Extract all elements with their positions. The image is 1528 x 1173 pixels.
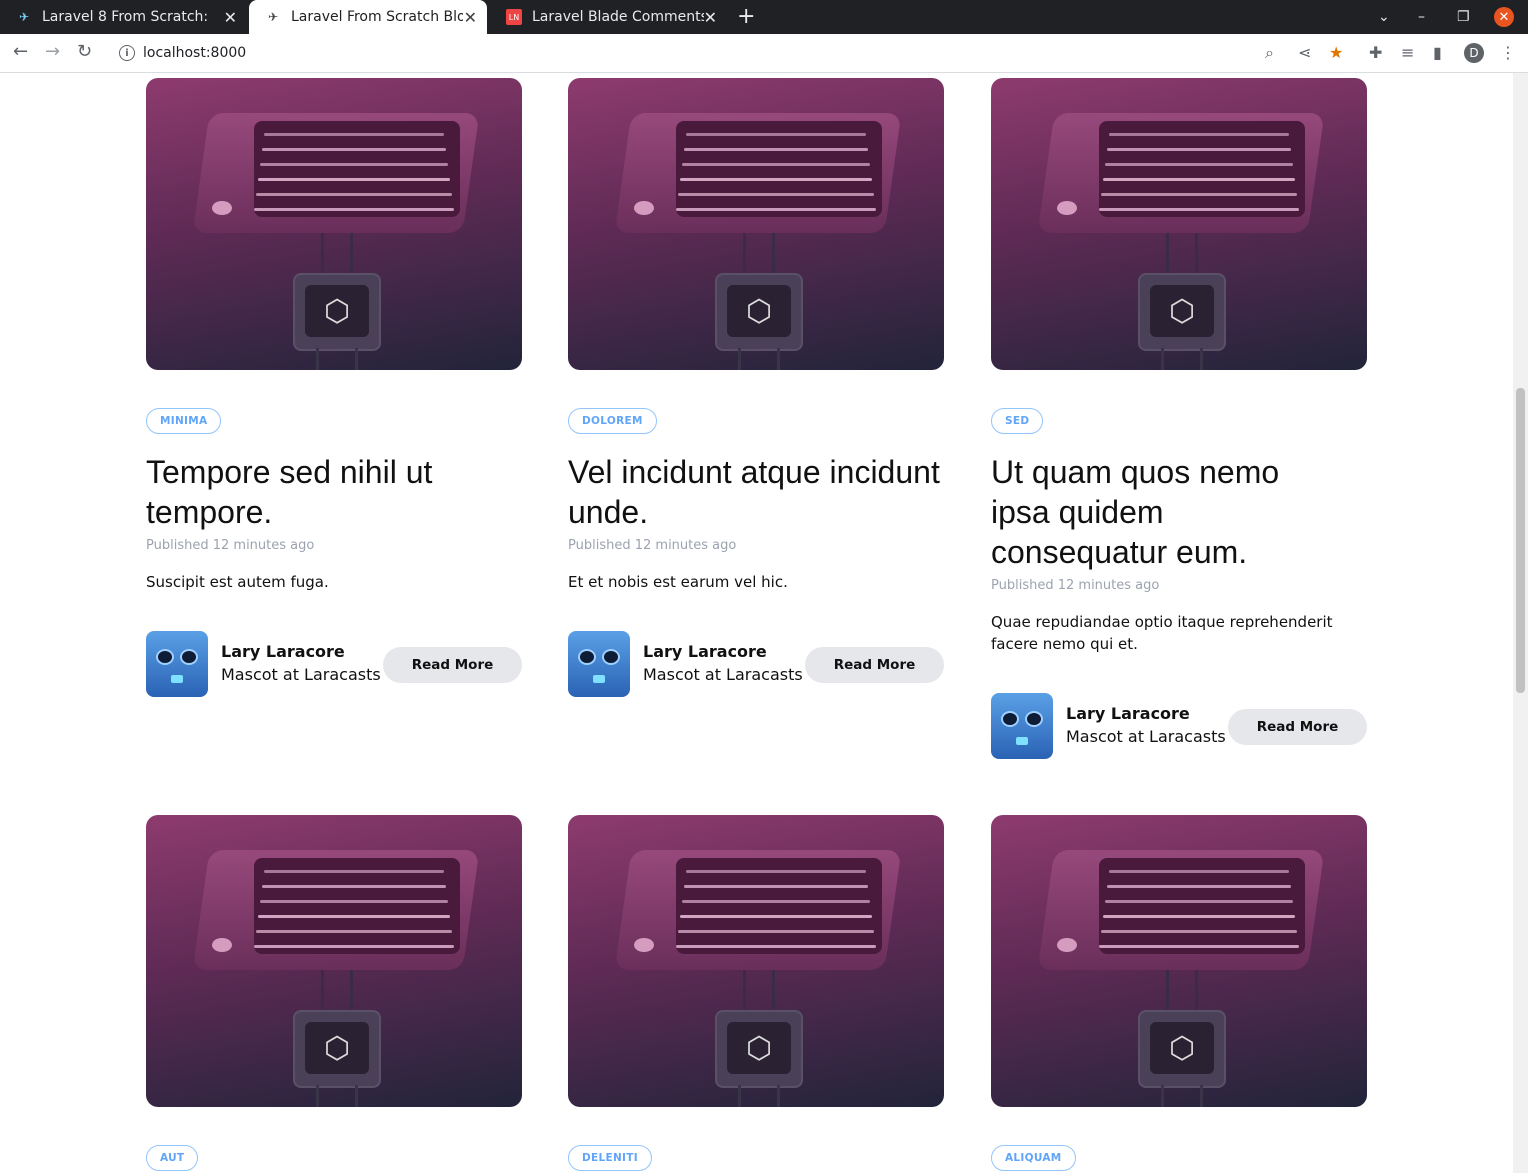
laravel-logo-icon: ⬡ (1150, 1022, 1214, 1074)
browser-toolbar: ← → ↻ i localhost:8000 ⌕ ⋖ ★ ✚ ≡ ▮ ⋮ (0, 34, 1528, 73)
published-meta: Published 12 minutes ago (146, 538, 314, 553)
laravel-logo-icon: ⬡ (1150, 285, 1214, 337)
site-info-icon[interactable]: i (119, 45, 135, 61)
author-role: Mascot at Laracasts (221, 665, 381, 684)
restore-icon[interactable]: ❐ (1457, 0, 1470, 34)
post-excerpt: Quae repudiandae optio itaque reprehende… (991, 613, 1333, 653)
side-panel-icon[interactable]: ▮ (1433, 43, 1442, 62)
laravel-logo-icon: ⬡ (305, 285, 369, 337)
read-more-button[interactable]: Read More (1228, 709, 1367, 745)
read-more-button[interactable]: Read More (805, 647, 944, 683)
extensions-puzzle-icon[interactable]: ✚ (1369, 43, 1382, 62)
share-icon[interactable]: ⋖ (1298, 43, 1311, 62)
address-bar[interactable]: i localhost:8000 (110, 39, 1260, 67)
tab-title: Laravel 8 From Scratch: Bl (42, 9, 214, 25)
forward-arrow-icon[interactable]: → (45, 41, 60, 62)
author-avatar (568, 631, 630, 697)
back-arrow-icon[interactable]: ← (13, 41, 28, 62)
post-title[interactable]: Vel incidunt atque incidunt unde. (568, 452, 944, 532)
tab-search-chevron-down-icon[interactable]: ⌄ (1378, 0, 1390, 34)
category-tag[interactable]: DELENITI (568, 1145, 652, 1171)
tab-laravel-from-scratch-blog[interactable]: ✈ Laravel From Scratch Blog ✕ (249, 0, 487, 34)
post-card: ⬡ ALIQUAM (991, 815, 1367, 1173)
scrollbar-thumb[interactable] (1516, 388, 1525, 693)
laracasts-favicon-icon: ✈ (267, 10, 279, 24)
post-thumbnail[interactable]: ⬡ (991, 815, 1367, 1107)
author-name: Lary Laracore (643, 642, 767, 661)
tab-title: Laravel Blade Comments | (532, 9, 704, 25)
laravel-news-favicon-icon: LN (506, 9, 522, 25)
post-excerpt: Et et nobis est earum vel hic. (568, 573, 788, 591)
published-time: 12 minutes ago (634, 538, 737, 553)
close-tab-icon[interactable]: ✕ (464, 8, 477, 27)
category-tag[interactable]: MINIMA (146, 408, 222, 434)
zoom-icon[interactable]: ⌕ (1265, 43, 1274, 63)
category-tag[interactable]: SED (991, 408, 1044, 434)
tab-laravel-8-from-scratch[interactable]: ✈ Laravel 8 From Scratch: Bl ✕ (0, 0, 247, 34)
author-block: Lary Laracore Mascot at Laracasts Read M… (568, 631, 944, 699)
post-card: ⬡ DELENITI (568, 815, 944, 1173)
bookmark-star-icon[interactable]: ★ (1329, 43, 1343, 62)
author-block: Lary Laracore Mascot at Laracasts Read M… (146, 631, 522, 699)
author-block: Lary Laracore Mascot at Laracasts Read M… (991, 693, 1367, 761)
post-card: ⬡ MINIMA Tempore sed nihil ut tempore. P… (146, 78, 522, 718)
post-card: ⬡ AUT (146, 815, 522, 1173)
post-title[interactable]: Tempore sed nihil ut tempore. (146, 452, 522, 532)
author-name: Lary Laracore (221, 642, 345, 661)
close-window-icon[interactable]: ✕ (1494, 7, 1514, 27)
profile-avatar[interactable]: D (1464, 43, 1484, 63)
page-content: ⬡ MINIMA Tempore sed nihil ut tempore. P… (0, 73, 1513, 1173)
tab-laravel-blade-comments[interactable]: LN Laravel Blade Comments | ✕ (490, 0, 727, 34)
published-time: 12 minutes ago (212, 538, 315, 553)
category-tag[interactable]: ALIQUAM (991, 1145, 1076, 1171)
category-tag[interactable]: DOLOREM (568, 408, 657, 434)
published-meta: Published 12 minutes ago (568, 538, 736, 553)
laravel-logo-icon: ⬡ (727, 285, 791, 337)
author-name: Lary Laracore (1066, 704, 1190, 723)
post-thumbnail[interactable]: ⬡ (568, 78, 944, 370)
post-card: ⬡ SED Ut quam quos nemo ipsa quidem cons… (991, 78, 1367, 778)
published-label: Published (991, 578, 1054, 593)
close-tab-icon[interactable]: ✕ (704, 8, 717, 27)
post-title[interactable]: Ut quam quos nemo ipsa quidem consequatu… (991, 452, 1331, 572)
new-tab-icon[interactable]: + (737, 4, 755, 29)
post-card: ⬡ DOLOREM Vel incidunt atque incidunt un… (568, 78, 944, 718)
close-tab-icon[interactable]: ✕ (224, 8, 237, 27)
tab-bar: ✈ Laravel 8 From Scratch: Bl ✕ ✈ Laravel… (0, 0, 1528, 34)
laravel-logo-icon: ⬡ (305, 1022, 369, 1074)
post-excerpt: Suscipit est autem fuga. (146, 573, 329, 591)
author-avatar (991, 693, 1053, 759)
tab-title: Laravel From Scratch Blog (291, 9, 463, 25)
page-scrollbar[interactable] (1513, 73, 1528, 1173)
url-text: localhost:8000 (143, 45, 247, 61)
laravel-logo-icon: ⬡ (727, 1022, 791, 1074)
post-thumbnail[interactable]: ⬡ (568, 815, 944, 1107)
author-role: Mascot at Laracasts (1066, 727, 1226, 746)
post-thumbnail[interactable]: ⬡ (146, 78, 522, 370)
minimize-icon[interactable]: – (1418, 0, 1425, 34)
category-tag[interactable]: AUT (146, 1145, 199, 1171)
published-meta: Published 12 minutes ago (991, 578, 1159, 593)
laracasts-favicon-icon: ✈ (18, 10, 30, 24)
post-thumbnail[interactable]: ⬡ (991, 78, 1367, 370)
published-label: Published (568, 538, 631, 553)
author-avatar (146, 631, 208, 697)
published-time: 12 minutes ago (1057, 578, 1160, 593)
published-label: Published (146, 538, 209, 553)
post-thumbnail[interactable]: ⬡ (146, 815, 522, 1107)
reload-icon[interactable]: ↻ (77, 41, 92, 62)
read-more-button[interactable]: Read More (383, 647, 522, 683)
author-role: Mascot at Laracasts (643, 665, 803, 684)
menu-kebab-icon[interactable]: ⋮ (1500, 43, 1516, 62)
media-control-icon[interactable]: ≡ (1401, 43, 1414, 62)
